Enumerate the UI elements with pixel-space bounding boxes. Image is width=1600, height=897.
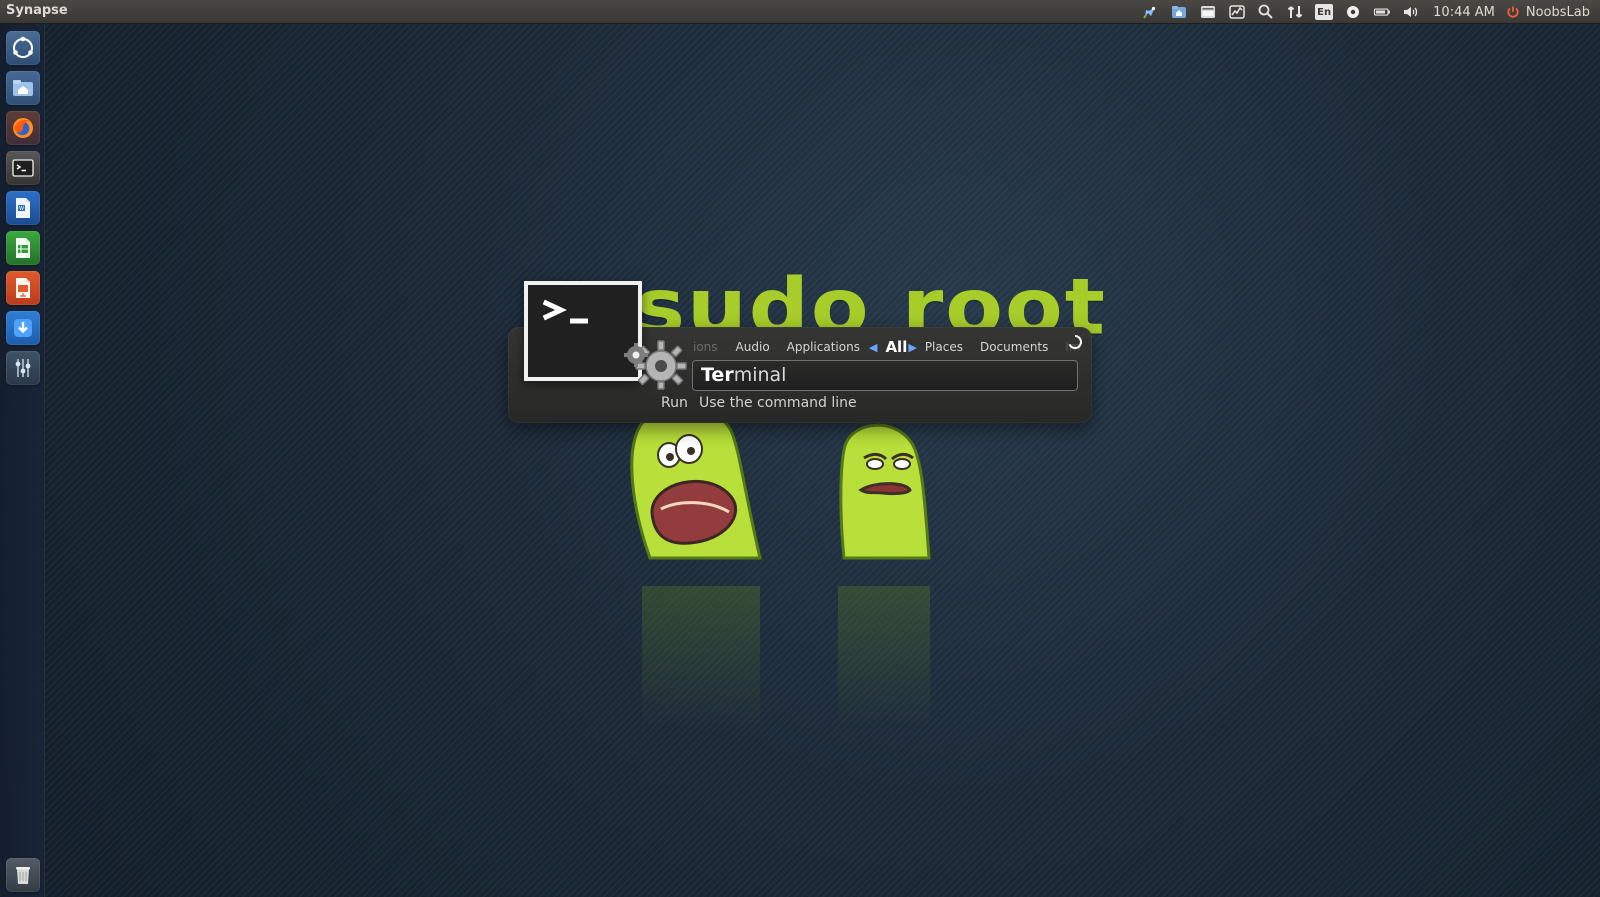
window-icon[interactable]: [1199, 3, 1217, 21]
writer-icon[interactable]: W: [6, 191, 40, 225]
firefox-icon[interactable]: [6, 111, 40, 145]
category-ions[interactable]: ions: [693, 340, 718, 354]
result-description: Use the command line: [699, 395, 857, 411]
left-monster-pupil-right: [687, 447, 695, 455]
category-places[interactable]: Places: [925, 340, 963, 354]
category-all[interactable]: All: [885, 338, 907, 356]
right-monster-eye-left: [866, 458, 884, 470]
network-icon[interactable]: [1286, 3, 1304, 21]
svg-text:W: W: [19, 206, 24, 212]
synapse-rocket-icon[interactable]: [1141, 3, 1159, 21]
category-documents[interactable]: Documents: [980, 340, 1048, 354]
home-folder-icon[interactable]: [6, 71, 40, 105]
left-monster-reflection: [642, 586, 760, 731]
calc-icon[interactable]: [6, 231, 40, 265]
downloader-icon[interactable]: [6, 311, 40, 345]
system-tray: En 10:44 AM NoobsLab: [1141, 0, 1590, 24]
power-icon[interactable]: [1506, 5, 1520, 19]
volume-icon[interactable]: [1402, 3, 1420, 21]
notification-icon[interactable]: [1344, 3, 1362, 21]
search-input[interactable]: Terminal: [692, 360, 1078, 391]
spinner-icon: [1068, 335, 1082, 349]
monster-art: [630, 408, 931, 731]
system-settings-icon[interactable]: [6, 351, 40, 385]
right-monster-mouth: [858, 482, 912, 496]
chevron-left-icon: ◀: [868, 340, 878, 354]
terminal-icon[interactable]: [6, 151, 40, 185]
keyboard-layout-icon[interactable]: En: [1315, 4, 1334, 20]
category-audio[interactable]: Audio: [736, 340, 770, 354]
user-name: NoobsLab: [1525, 4, 1590, 20]
search-icon[interactable]: [1257, 3, 1275, 21]
session-menu[interactable]: NoobsLab: [1506, 5, 1590, 20]
trash-icon[interactable]: [6, 858, 40, 892]
chevron-right-icon: ▶: [908, 340, 917, 354]
battery-icon[interactable]: [1373, 3, 1391, 21]
query-match: Ter: [701, 364, 734, 386]
launcher: W: [0, 24, 45, 897]
left-monster-pupil-left: [666, 453, 674, 461]
category-bar: ions Audio Applications ◀ All ▶ Places D…: [693, 337, 1081, 357]
ubuntu-dash-icon[interactable]: [6, 31, 40, 65]
query-remainder: minal: [733, 364, 787, 386]
gear-icon: [624, 340, 687, 390]
right-monster-reflection: [838, 586, 930, 731]
home-folder-icon[interactable]: [1170, 3, 1188, 21]
app-title: Synapse: [6, 3, 68, 18]
right-monster-eye-right: [893, 458, 911, 470]
system-monitor-icon[interactable]: [1228, 3, 1246, 21]
clock[interactable]: 10:44 AM: [1433, 5, 1495, 20]
top-panel: Synapse En 10:44 AM NoobsLab: [0, 0, 1600, 24]
impress-icon[interactable]: [6, 271, 40, 305]
category-applications[interactable]: Applications: [787, 340, 860, 354]
action-label[interactable]: Run: [661, 395, 688, 411]
